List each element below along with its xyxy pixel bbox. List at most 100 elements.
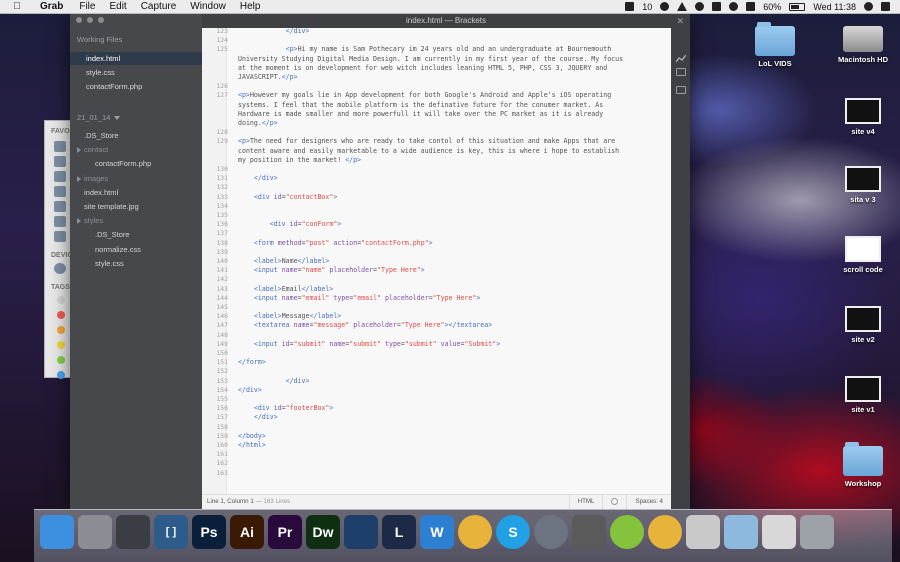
- code-line[interactable]: at the moment is on development for web …: [238, 64, 607, 73]
- disk-icon[interactable]: [54, 263, 66, 274]
- code-line[interactable]: <input id="submit" name="submit" type="s…: [238, 340, 500, 349]
- finder-favorite-icon[interactable]: [54, 216, 66, 227]
- code-line[interactable]: <div id="footerBox">: [238, 404, 333, 413]
- menu-edit[interactable]: Edit: [102, 0, 133, 14]
- tree-file[interactable]: .DS_Store: [84, 129, 119, 142]
- code-line[interactable]: <textarea name="message" placeholder="Ty…: [238, 321, 492, 330]
- project-dropdown[interactable]: 21_01_14: [77, 113, 120, 122]
- code-line[interactable]: University Studying Digital Media Design…: [238, 55, 623, 64]
- steam-dock-icon[interactable]: [116, 515, 150, 549]
- folder-toggle-icon[interactable]: [77, 147, 81, 154]
- tag-color-dot[interactable]: [57, 356, 65, 364]
- menu-window[interactable]: Window: [183, 0, 233, 14]
- code-line[interactable]: JAVASCRIPT.</p>: [238, 73, 298, 82]
- working-file-style-css[interactable]: style.css: [70, 66, 202, 79]
- tag-color-dot[interactable]: [57, 311, 65, 319]
- desktop-icon-sita-v-3[interactable]: sita v 3: [826, 166, 900, 204]
- clock[interactable]: Wed 11:38: [809, 0, 860, 14]
- dreamweaver-dock-icon[interactable]: Dw: [306, 515, 340, 549]
- folder-toggle-icon[interactable]: [77, 175, 81, 182]
- desktop-icon-site-v1[interactable]: site v1: [826, 376, 900, 414]
- finder-favorite-icon[interactable]: [54, 141, 66, 152]
- code-line[interactable]: <label>Name</label>: [238, 257, 329, 266]
- close-window-button[interactable]: [76, 17, 82, 23]
- code-line[interactable]: <input name="email" type="email" placeho…: [238, 294, 480, 303]
- launchpad-dock-icon[interactable]: [534, 515, 568, 549]
- trials-dock-icon[interactable]: [344, 515, 378, 549]
- menu-file[interactable]: File: [72, 0, 102, 14]
- code-line[interactable]: </div>: [238, 386, 262, 395]
- zoom-window-button[interactable]: [98, 17, 104, 23]
- google-drive-icon[interactable]: [677, 2, 688, 11]
- photo-booth-dock-icon[interactable]: [572, 515, 606, 549]
- finder-favorite-icon[interactable]: [54, 186, 66, 197]
- finder-favorite-icon[interactable]: [54, 231, 66, 242]
- skype-dock-icon[interactable]: S: [496, 515, 530, 549]
- word-dock-icon[interactable]: W: [420, 515, 454, 549]
- volume-icon[interactable]: [746, 2, 756, 11]
- menu-capture[interactable]: Capture: [134, 0, 184, 14]
- close-file-icon[interactable]: ✕: [676, 14, 684, 28]
- chrome-dock-icon[interactable]: [458, 515, 492, 549]
- downloads-stack-dock-icon[interactable]: [762, 515, 796, 549]
- illustrator-dock-icon[interactable]: Ai: [230, 515, 264, 549]
- code-line[interactable]: <p>Hi my name is Sam Pothecary im 24 yea…: [238, 45, 612, 54]
- desktop-icon-site-v2[interactable]: site v2: [826, 306, 900, 344]
- chrome-2-dock-icon[interactable]: [648, 515, 682, 549]
- brackets-dock-icon[interactable]: [ ]: [154, 515, 188, 549]
- indent-setting[interactable]: Spaces: 4: [626, 495, 671, 509]
- code-line[interactable]: <form method="post" action="contactForm.…: [238, 239, 433, 248]
- tag-color-dot[interactable]: [57, 341, 65, 349]
- tree-file[interactable]: .DS_Store: [95, 228, 130, 241]
- working-file-index-html[interactable]: index.html: [70, 52, 202, 65]
- tag-color-dot[interactable]: [57, 326, 65, 334]
- code-line[interactable]: </div>: [238, 377, 310, 386]
- grab-dock-icon[interactable]: [686, 515, 720, 549]
- code-line[interactable]: <div id="conForm">: [238, 220, 342, 229]
- linting-status-icon[interactable]: [602, 495, 626, 509]
- extension-icon[interactable]: [676, 86, 686, 94]
- bluetooth-icon[interactable]: [712, 2, 722, 11]
- spotify-dock-icon[interactable]: [610, 515, 644, 549]
- code-line[interactable]: Hardware is made smaller and more powerf…: [238, 110, 603, 119]
- code-line[interactable]: <label>Email</label>: [238, 285, 333, 294]
- tree-file[interactable]: style.css: [95, 257, 124, 270]
- apple-menu-icon[interactable]: : [11, 1, 23, 13]
- spotlight-icon[interactable]: [864, 2, 873, 11]
- system-preferences-dock-icon[interactable]: [78, 515, 112, 549]
- photoshop-dock-icon[interactable]: Ps: [192, 515, 226, 549]
- live-preview-icon[interactable]: [675, 50, 687, 63]
- finder-favorite-icon[interactable]: [54, 156, 66, 167]
- app-menu[interactable]: Grab: [33, 0, 72, 14]
- adobe-updater-icon[interactable]: [625, 2, 635, 11]
- desktop-icon-lol-vids[interactable]: LoL VIDS: [738, 22, 812, 68]
- desktop-icon-workshop[interactable]: Workshop: [826, 442, 900, 488]
- wifi-icon[interactable]: [729, 2, 739, 11]
- tag-color-dot[interactable]: [57, 296, 65, 304]
- folder-toggle-icon[interactable]: [77, 218, 81, 225]
- tree-file[interactable]: contactForm.php: [95, 157, 151, 170]
- code-line[interactable]: doing.</p>: [238, 119, 278, 128]
- tree-folder[interactable]: styles: [77, 214, 103, 227]
- tree-file[interactable]: index.html: [84, 186, 118, 199]
- battery-icon[interactable]: [789, 2, 806, 11]
- finder-dock-icon[interactable]: [40, 515, 74, 549]
- applications-folder-dock-icon[interactable]: [724, 515, 758, 549]
- tree-folder[interactable]: images: [77, 172, 108, 185]
- code-editor[interactable]: 123 124 125 126 127 128 129 130 131 132 133 134 135 1…: [202, 28, 671, 494]
- tree-folder[interactable]: contact: [77, 143, 108, 156]
- code-line[interactable]: </div>: [238, 28, 310, 36]
- tree-file[interactable]: site template.jpg: [84, 200, 139, 213]
- working-file-contactform-php[interactable]: contactForm.php: [70, 80, 202, 93]
- code-line[interactable]: my position in the market! </p>: [238, 156, 361, 165]
- code-line[interactable]: systems. I feel that the mobile platform…: [238, 101, 603, 110]
- code-line[interactable]: <input name="name" placeholder="Type Her…: [238, 266, 425, 275]
- menu-help[interactable]: Help: [233, 0, 268, 14]
- minimize-window-button[interactable]: [87, 17, 93, 23]
- code-line[interactable]: </div>: [238, 413, 278, 422]
- code-line[interactable]: <label>Message</label>: [238, 312, 341, 321]
- code-line[interactable]: <p>However my goals lie in App developme…: [238, 91, 611, 100]
- desktop-icon-macintosh-hd[interactable]: Macintosh HD: [826, 26, 900, 64]
- code-line[interactable]: <p>The need for designers who are ready …: [238, 137, 615, 146]
- league-of-legends-dock-icon[interactable]: L: [382, 515, 416, 549]
